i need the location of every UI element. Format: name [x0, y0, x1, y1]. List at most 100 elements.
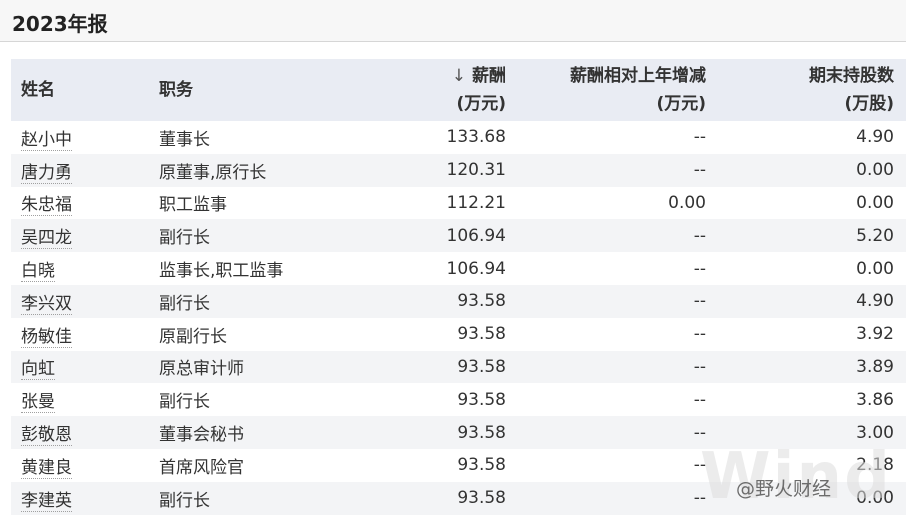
cell-salary-change: --	[518, 121, 718, 154]
cell-shares-value: 3.92	[856, 324, 894, 345]
column-header-shares[interactable]: 期末持股数 (万股)	[718, 59, 906, 121]
person-name-link[interactable]: 杨敏佳	[21, 326, 72, 348]
cell-salary-value: 93.58	[457, 389, 506, 410]
column-header-position[interactable]: 职务	[149, 59, 387, 121]
table-row: 李兴双 副行长 93.58 -- 4.90	[11, 284, 906, 318]
table-row: 白晓 监事长,职工监事 106.94 -- 0.00	[11, 252, 906, 285]
cell-name: 赵小中	[11, 121, 149, 154]
column-header-name-label: 姓名	[21, 80, 55, 100]
cell-position-value: 原总审计师	[159, 359, 244, 380]
cell-shares: 3.92	[718, 317, 906, 351]
person-name-link[interactable]: 李建英	[21, 490, 72, 512]
cell-position: 原总审计师	[149, 350, 387, 384]
cell-position-value: 董事长	[159, 129, 210, 150]
cell-position-value: 监事长,职工监事	[159, 261, 284, 282]
column-header-shares-unit: (万股)	[844, 94, 894, 114]
report-title: 2023年报	[12, 12, 108, 36]
cell-shares: 5.20	[718, 219, 906, 253]
cell-name: 杨敏佳	[11, 317, 149, 351]
report-header-bar: 2023年报	[0, 0, 906, 42]
cell-salary-value: 93.58	[457, 324, 506, 345]
person-name-link[interactable]: 朱忠福	[21, 195, 72, 217]
cell-salary-change: --	[518, 153, 718, 187]
cell-shares: 3.89	[718, 350, 906, 384]
cell-name: 唐力勇	[11, 153, 149, 187]
cell-name: 向虹	[11, 350, 149, 384]
person-name-link[interactable]: 向虹	[21, 359, 55, 381]
cell-salary-change: 0.00	[518, 186, 718, 220]
cell-salary-change-value: --	[693, 291, 706, 312]
cell-position: 董事会秘书	[149, 416, 387, 449]
column-header-salary[interactable]: ↓ 薪酬 (万元)	[387, 59, 518, 121]
cell-position-value: 董事会秘书	[159, 425, 244, 446]
cell-salary-change: --	[518, 219, 718, 253]
cell-shares: 0.00	[718, 186, 906, 220]
cell-position: 副行长	[149, 481, 387, 515]
table-row: 赵小中 董事长 133.68 -- 4.90	[11, 121, 906, 154]
cell-shares-value: 0.00	[856, 160, 894, 181]
column-header-salary-change[interactable]: 薪酬相对上年增减 (万元)	[518, 59, 718, 121]
cell-salary-change-value: --	[693, 389, 706, 410]
cell-salary-value: 93.58	[457, 291, 506, 312]
cell-position: 原董事,原行长	[149, 153, 387, 187]
cell-salary-value: 112.21	[446, 192, 506, 213]
cell-shares-value: 3.89	[856, 356, 894, 377]
cell-salary: 93.58	[387, 284, 518, 318]
person-name-link[interactable]: 赵小中	[21, 129, 72, 151]
cell-salary-change-value: --	[693, 324, 706, 345]
person-name-link[interactable]: 张曼	[21, 392, 55, 414]
person-name-link[interactable]: 李兴双	[21, 293, 72, 315]
person-name-link[interactable]: 白晓	[21, 261, 55, 283]
cell-salary: 106.94	[387, 219, 518, 253]
cell-salary-change: --	[518, 317, 718, 351]
cell-position-value: 副行长	[159, 228, 210, 249]
table-row: 张曼 副行长 93.58 -- 3.86	[11, 383, 906, 417]
cell-position-value: 原副行长	[159, 326, 227, 347]
cell-salary: 93.58	[387, 481, 518, 515]
column-header-salary-unit: (万元)	[456, 94, 506, 114]
cell-name: 白晓	[11, 252, 149, 285]
column-header-salary-change-label: 薪酬相对上年增减	[570, 66, 706, 86]
cell-shares: 3.86	[718, 383, 906, 417]
table-header-row: 姓名 职务 ↓ 薪酬 (万元) 薪酬相对上年增减 (万元) 期末持股数 (万股)	[11, 59, 906, 121]
cell-position: 副行长	[149, 284, 387, 318]
cell-salary-value: 106.94	[446, 258, 506, 279]
person-name-link[interactable]: 彭敬恩	[21, 425, 72, 447]
cell-salary-value: 93.58	[457, 455, 506, 476]
column-header-salary-change-unit: (万元)	[656, 94, 706, 114]
table-row: 杨敏佳 原副行长 93.58 -- 3.92	[11, 317, 906, 351]
cell-salary: 93.58	[387, 317, 518, 351]
cell-shares-value: 0.00	[856, 192, 894, 213]
cell-name: 朱忠福	[11, 186, 149, 220]
cell-position: 董事长	[149, 121, 387, 154]
cell-shares-value: 3.86	[856, 389, 894, 410]
column-header-name[interactable]: 姓名	[11, 59, 149, 121]
table-row: 朱忠福 职工监事 112.21 0.00 0.00	[11, 186, 906, 220]
cell-salary-change-value: --	[693, 258, 706, 279]
cell-salary: 93.58	[387, 416, 518, 449]
person-name-link[interactable]: 唐力勇	[21, 162, 72, 184]
cell-salary-change-value: --	[693, 356, 706, 377]
column-header-shares-label: 期末持股数	[809, 66, 894, 86]
cell-position: 副行长	[149, 383, 387, 417]
cell-salary-value: 106.94	[446, 225, 506, 246]
cell-shares: 0.00	[718, 252, 906, 285]
cell-salary-value: 133.68	[446, 127, 506, 148]
cell-position-value: 职工监事	[159, 195, 227, 216]
person-name-link[interactable]: 黄建良	[21, 457, 72, 479]
sort-descending-icon: ↓	[451, 66, 466, 86]
cell-salary: 93.58	[387, 448, 518, 482]
cell-shares: 4.90	[718, 121, 906, 154]
cell-salary: 106.94	[387, 252, 518, 285]
cell-salary-change: --	[518, 252, 718, 285]
cell-salary: 112.21	[387, 186, 518, 220]
author-watermark: @野火财经	[736, 478, 832, 500]
table-row: 向虹 原总审计师 93.58 -- 3.89	[11, 350, 906, 384]
cell-position-value: 副行长	[159, 293, 210, 314]
cell-salary-value: 120.31	[446, 160, 506, 181]
table-row: 唐力勇 原董事,原行长 120.31 -- 0.00	[11, 153, 906, 187]
cell-name: 李建英	[11, 481, 149, 515]
person-name-link[interactable]: 吴四龙	[21, 228, 72, 250]
cell-salary-change: --	[518, 350, 718, 384]
cell-salary-value: 93.58	[457, 422, 506, 443]
